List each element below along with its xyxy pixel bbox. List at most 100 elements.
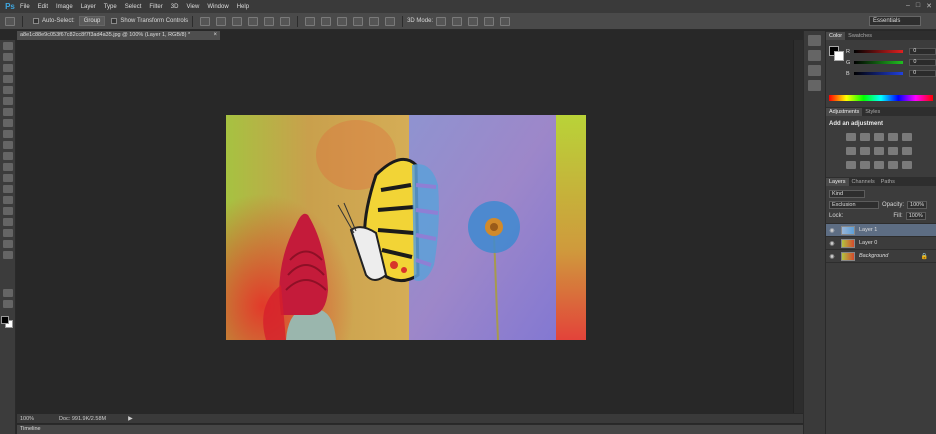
color-slider-blue[interactable]: B 0 bbox=[826, 68, 936, 79]
blur-tool-icon[interactable] bbox=[3, 174, 13, 182]
menu-type[interactable]: Type bbox=[104, 4, 117, 10]
properties-panel-icon[interactable] bbox=[808, 50, 821, 61]
canvas-scrollbar[interactable] bbox=[793, 40, 803, 413]
distribute-left-icon[interactable] bbox=[353, 16, 364, 26]
slider-value[interactable]: 0 bbox=[909, 59, 936, 66]
opacity-field[interactable]: 100% bbox=[907, 200, 928, 209]
brightness-icon[interactable] bbox=[846, 133, 856, 141]
auto-select-checkbox[interactable] bbox=[33, 18, 39, 24]
background-color-chip[interactable] bbox=[834, 51, 844, 61]
slider-track[interactable] bbox=[853, 72, 904, 75]
layer-row[interactable]: ◉ Layer 0 bbox=[826, 237, 936, 250]
path-select-tool-icon[interactable] bbox=[3, 218, 13, 226]
character-panel-icon[interactable] bbox=[808, 65, 821, 76]
vibrance-icon[interactable] bbox=[902, 133, 912, 141]
visibility-eye-icon[interactable]: ◉ bbox=[826, 227, 838, 234]
layer-row[interactable]: ◉ Background 🔒 bbox=[826, 250, 936, 263]
distribute-bottom-icon[interactable] bbox=[337, 16, 348, 26]
history-panel-icon[interactable] bbox=[808, 35, 821, 46]
gradient-tool-icon[interactable] bbox=[3, 163, 13, 171]
maximize-icon[interactable]: □ bbox=[916, 2, 920, 10]
hue-saturation-icon[interactable] bbox=[846, 147, 856, 155]
tab-styles[interactable]: Styles bbox=[862, 108, 883, 116]
zoom-tool-icon[interactable] bbox=[3, 251, 13, 259]
3d-rotate-icon[interactable] bbox=[436, 16, 447, 26]
type-tool-icon[interactable] bbox=[3, 207, 13, 215]
3d-roll-icon[interactable] bbox=[452, 16, 463, 26]
timeline-tab[interactable]: Timeline bbox=[17, 426, 41, 432]
align-right-icon[interactable] bbox=[280, 16, 291, 26]
zoom-level[interactable]: 100% bbox=[17, 416, 35, 422]
quick-mask-icon[interactable] bbox=[3, 289, 13, 297]
menu-select[interactable]: Select bbox=[125, 4, 142, 10]
exposure-icon[interactable] bbox=[888, 133, 898, 141]
channel-mixer-icon[interactable] bbox=[902, 147, 912, 155]
photo-filter-icon[interactable] bbox=[888, 147, 898, 155]
tab-paths[interactable]: Paths bbox=[878, 178, 898, 186]
visibility-eye-icon[interactable]: ◉ bbox=[826, 240, 838, 247]
distribute-hcenter-icon[interactable] bbox=[369, 16, 380, 26]
3d-scale-icon[interactable] bbox=[500, 16, 511, 26]
layer-name[interactable]: Background bbox=[859, 253, 888, 259]
distribute-top-icon[interactable] bbox=[305, 16, 316, 26]
lasso-tool-icon[interactable] bbox=[3, 64, 13, 72]
move-tool-icon[interactable] bbox=[3, 42, 13, 50]
show-transform-checkbox[interactable] bbox=[111, 18, 118, 24]
slider-value[interactable]: 0 bbox=[909, 48, 936, 55]
tab-layers[interactable]: Layers bbox=[826, 178, 849, 186]
align-vcenter-icon[interactable] bbox=[216, 16, 227, 26]
selective-color-icon[interactable] bbox=[902, 161, 912, 169]
blend-mode-dropdown[interactable]: Exclusion bbox=[829, 200, 879, 209]
crop-tool-icon[interactable] bbox=[3, 86, 13, 94]
distribute-vcenter-icon[interactable] bbox=[321, 16, 332, 26]
menu-help[interactable]: Help bbox=[237, 4, 249, 10]
fill-field[interactable]: 100% bbox=[905, 211, 926, 220]
artwork-image[interactable] bbox=[226, 115, 586, 340]
menu-3d[interactable]: 3D bbox=[171, 4, 179, 10]
gradient-map-icon[interactable] bbox=[888, 161, 898, 169]
tab-channels[interactable]: Channels bbox=[849, 178, 878, 186]
status-menu-icon[interactable]: ▶ bbox=[128, 415, 133, 422]
slider-track[interactable] bbox=[854, 61, 904, 64]
pen-tool-icon[interactable] bbox=[3, 196, 13, 204]
layer-filter-kind[interactable]: Kind bbox=[829, 189, 865, 198]
tab-color[interactable]: Color bbox=[826, 32, 846, 40]
align-hcenter-icon[interactable] bbox=[264, 16, 275, 26]
align-bottom-icon[interactable] bbox=[232, 16, 243, 26]
menu-view[interactable]: View bbox=[186, 4, 199, 10]
eyedropper-tool-icon[interactable] bbox=[3, 97, 13, 105]
menu-layer[interactable]: Layer bbox=[81, 4, 96, 10]
layer-row[interactable]: ◉ Layer 1 bbox=[826, 224, 936, 237]
menu-filter[interactable]: Filter bbox=[149, 4, 162, 10]
levels-icon[interactable] bbox=[860, 133, 870, 141]
history-brush-tool-icon[interactable] bbox=[3, 141, 13, 149]
menu-image[interactable]: Image bbox=[56, 4, 73, 10]
clone-stamp-tool-icon[interactable] bbox=[3, 130, 13, 138]
black-white-icon[interactable] bbox=[874, 147, 884, 155]
screen-mode-icon[interactable] bbox=[3, 300, 13, 308]
align-left-icon[interactable] bbox=[248, 16, 259, 26]
align-top-icon[interactable] bbox=[200, 16, 211, 26]
minimize-icon[interactable]: – bbox=[906, 2, 910, 10]
move-tool-icon[interactable] bbox=[5, 16, 15, 26]
menu-edit[interactable]: Edit bbox=[38, 4, 48, 10]
3d-slide-icon[interactable] bbox=[484, 16, 495, 26]
tab-adjustments[interactable]: Adjustments bbox=[826, 108, 863, 116]
3d-drag-icon[interactable] bbox=[468, 16, 479, 26]
slider-value[interactable]: 0 bbox=[909, 70, 936, 77]
visibility-eye-icon[interactable]: ◉ bbox=[826, 253, 838, 260]
brush-tool-icon[interactable] bbox=[3, 119, 13, 127]
threshold-icon[interactable] bbox=[874, 161, 884, 169]
paragraph-panel-icon[interactable] bbox=[808, 80, 821, 91]
tab-swatches[interactable]: Swatches bbox=[845, 32, 875, 40]
color-spectrum-bar[interactable] bbox=[829, 95, 933, 101]
timeline-panel[interactable]: Timeline bbox=[17, 424, 803, 434]
quick-select-tool-icon[interactable] bbox=[3, 75, 13, 83]
workspace-dropdown[interactable]: Essentials bbox=[869, 16, 921, 26]
slider-track[interactable] bbox=[853, 50, 904, 53]
marquee-tool-icon[interactable] bbox=[3, 53, 13, 61]
close-icon[interactable]: ✕ bbox=[926, 2, 932, 10]
invert-icon[interactable] bbox=[846, 161, 856, 169]
layer-name[interactable]: Layer 1 bbox=[859, 227, 877, 233]
curves-icon[interactable] bbox=[874, 133, 884, 141]
